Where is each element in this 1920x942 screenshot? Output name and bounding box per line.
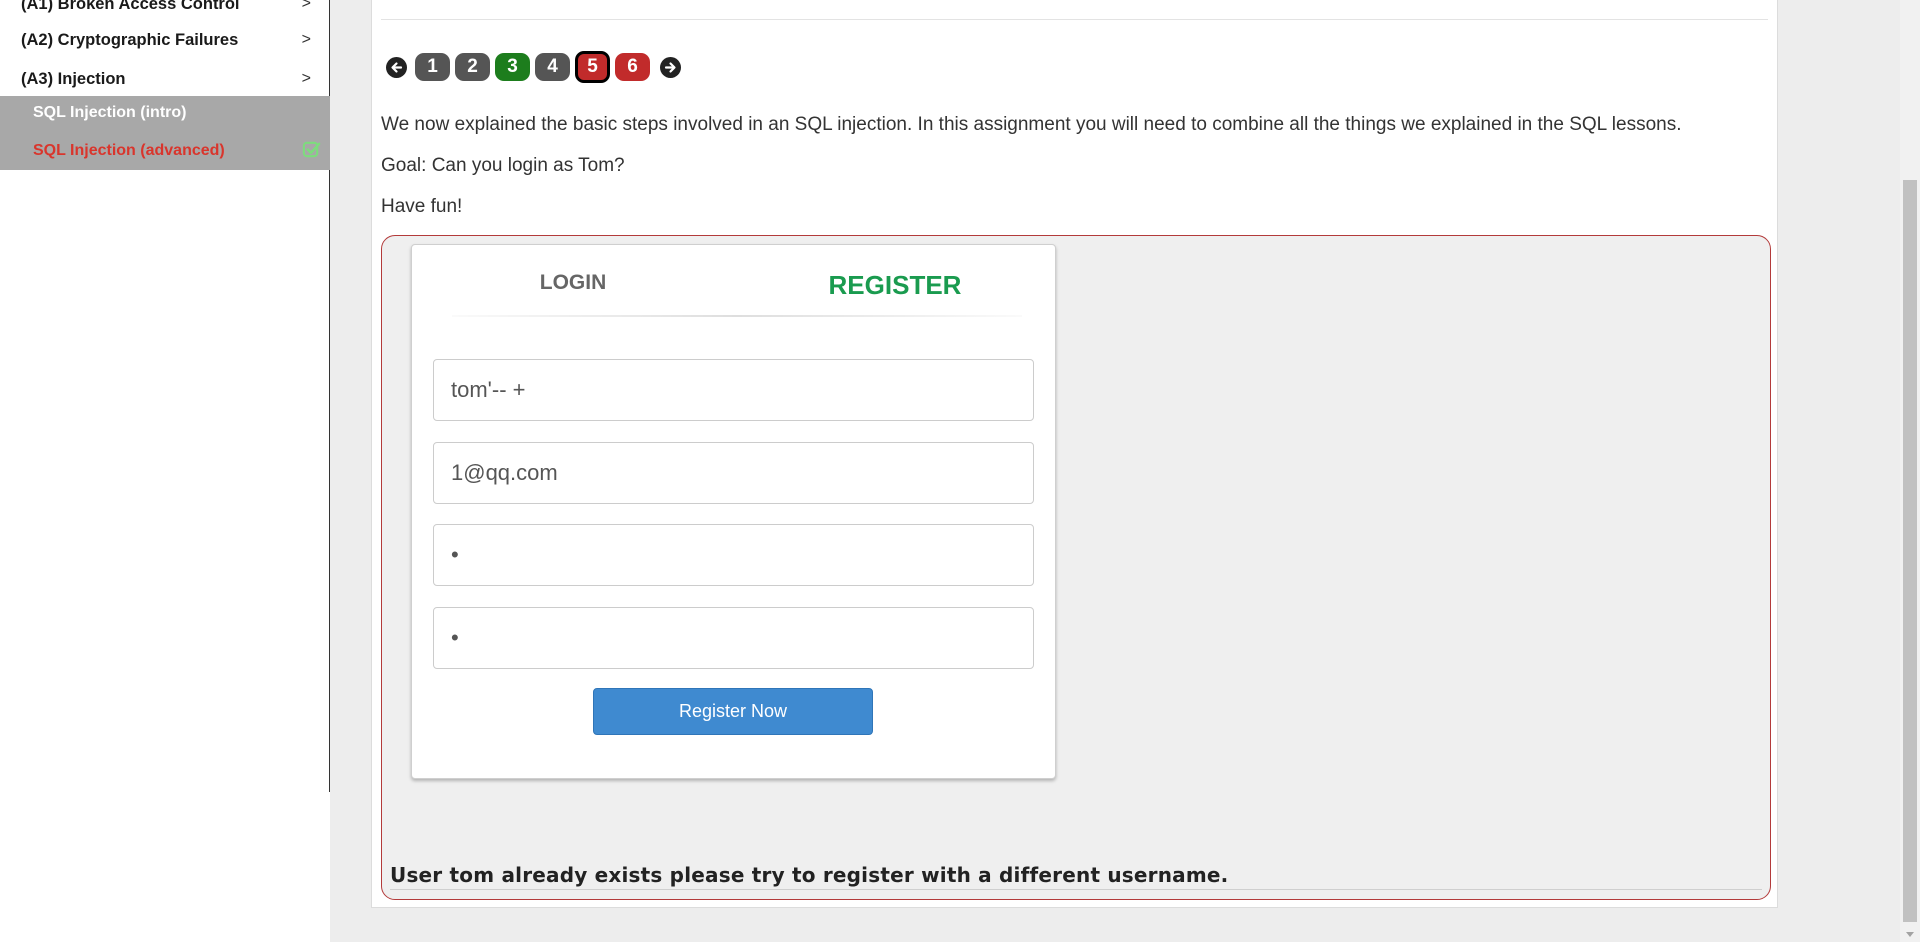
tab-login[interactable]: LOGIN <box>412 271 734 295</box>
feedback-message: User tom already exists please try to re… <box>390 863 1229 887</box>
category-label: (A2) Cryptographic Failures <box>21 30 239 49</box>
divider <box>381 19 1768 20</box>
sidebar: (A1) Broken Access Control > (A2) Crypto… <box>0 0 330 792</box>
assignment-container: LOGIN REGISTER tom'-- + 1@qq.com • • Reg… <box>381 235 1771 900</box>
lesson-content-panel: 1 2 3 4 5 6 We now explained the basic s… <box>371 0 1778 908</box>
page-button-1[interactable]: 1 <box>415 53 450 81</box>
tab-divider <box>452 315 1022 317</box>
scroll-down-arrow-icon[interactable] <box>1906 932 1914 937</box>
page-button-3[interactable]: 3 <box>495 53 530 81</box>
lesson-intro-text: We now explained the basic steps involve… <box>381 114 1682 135</box>
divider <box>390 889 1762 890</box>
confirm-password-field[interactable]: • <box>433 607 1034 669</box>
tab-register[interactable]: REGISTER <box>734 270 1056 301</box>
chevron-right-icon: > <box>301 0 311 12</box>
page-button-2[interactable]: 2 <box>455 53 490 81</box>
sidebar-category-injection[interactable]: (A3) Injection > <box>21 67 311 91</box>
page-button-4[interactable]: 4 <box>535 53 570 81</box>
check-icon <box>302 141 321 158</box>
lesson-have-fun-text: Have fun! <box>381 196 463 217</box>
password-field[interactable]: • <box>433 524 1034 586</box>
category-label: (A3) Injection <box>21 69 126 88</box>
lesson-goal-text: Goal: Can you login as Tom? <box>381 155 625 176</box>
category-label: (A1) Broken Access Control <box>21 0 240 13</box>
page-button-6[interactable]: 6 <box>615 53 650 81</box>
sidebar-category-cryptographic-failures[interactable]: (A2) Cryptographic Failures > <box>21 28 311 52</box>
arrow-left-icon <box>391 61 403 73</box>
page-button-5[interactable]: 5 <box>575 51 610 83</box>
chevron-right-icon: > <box>301 70 311 87</box>
scrollbar-thumb[interactable] <box>1903 180 1917 922</box>
sidebar-lesson-sql-injection-intro[interactable]: SQL Injection (intro) <box>33 104 186 122</box>
username-field[interactable]: tom'-- + <box>433 359 1034 421</box>
lesson-page-navigation: 1 2 3 4 5 6 <box>383 51 684 83</box>
sidebar-category-broken-access-control[interactable]: (A1) Broken Access Control > <box>21 0 311 16</box>
arrow-right-icon <box>664 61 676 73</box>
next-page-button[interactable] <box>660 56 681 78</box>
chevron-right-icon: > <box>301 31 311 48</box>
previous-page-button[interactable] <box>386 56 407 78</box>
register-now-button[interactable]: Register Now <box>593 688 873 735</box>
email-field[interactable]: 1@qq.com <box>433 442 1034 504</box>
sidebar-footer-area <box>0 792 330 942</box>
page-scrollbar[interactable] <box>1900 0 1920 942</box>
login-register-card: LOGIN REGISTER tom'-- + 1@qq.com • • Reg… <box>411 244 1056 779</box>
sidebar-lesson-sql-injection-advanced[interactable]: SQL Injection (advanced) <box>33 142 225 160</box>
